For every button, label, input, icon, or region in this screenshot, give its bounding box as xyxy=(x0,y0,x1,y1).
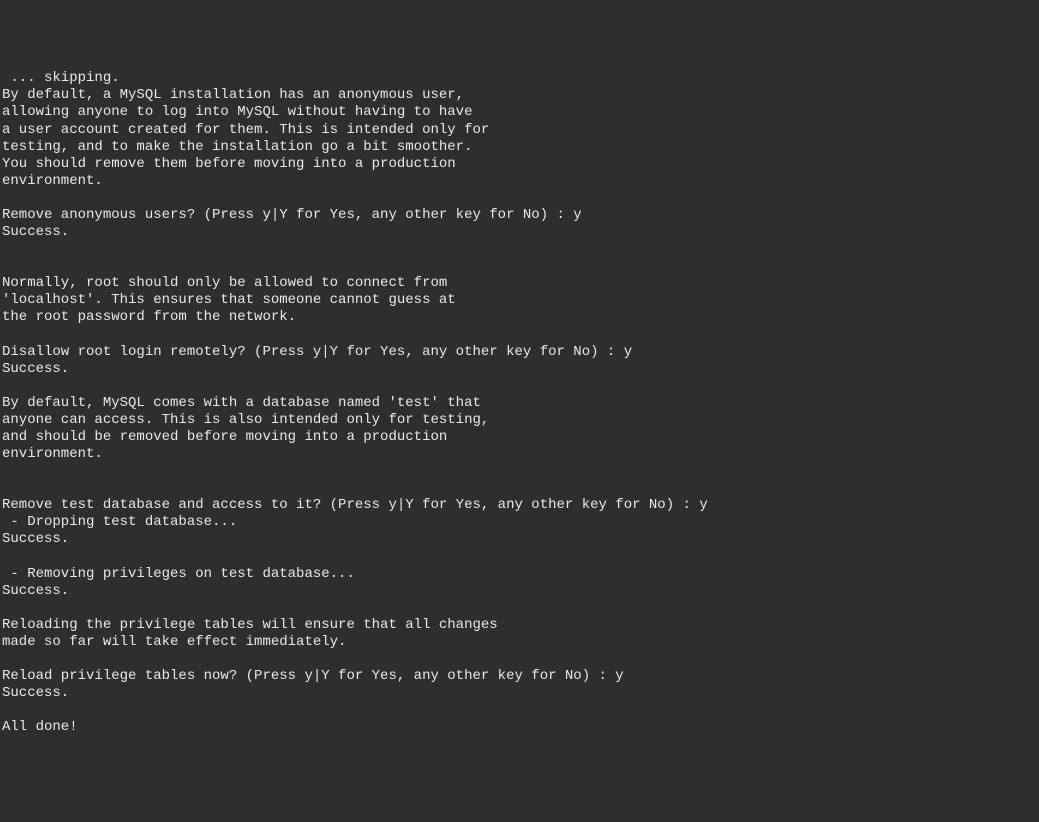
terminal-text: ... skipping. By default, a MySQL instal… xyxy=(2,70,708,735)
terminal-output[interactable]: ... skipping. By default, a MySQL instal… xyxy=(2,70,1039,736)
